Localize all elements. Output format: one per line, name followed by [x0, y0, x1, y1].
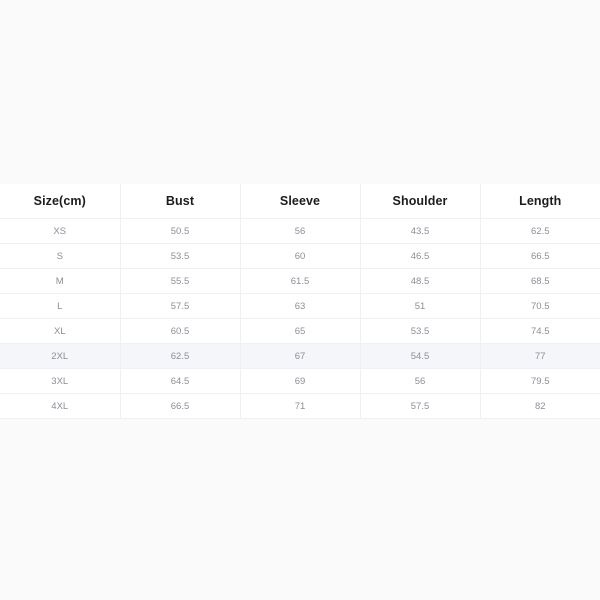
- cell-size: L: [0, 293, 121, 319]
- cell-bust: 62.5: [120, 343, 241, 369]
- cell-shoulder: 56: [360, 368, 481, 394]
- cell-shoulder: 43.5: [360, 218, 481, 244]
- cell-shoulder: 57.5: [360, 393, 481, 419]
- cell-length: 62.5: [480, 218, 600, 244]
- cell-size: XL: [0, 318, 121, 344]
- cell-bust: 50.5: [120, 218, 241, 244]
- table-row: XL 60.5 65 53.5 74.5: [0, 318, 600, 344]
- cell-length: 74.5: [480, 318, 600, 344]
- size-chart-page: Size(cm) Bust Sleeve Shoulder Length XS …: [0, 0, 600, 600]
- table-row-highlighted: 2XL 62.5 67 54.5 77: [0, 343, 600, 369]
- cell-size: S: [0, 243, 121, 269]
- cell-bust: 53.5: [120, 243, 241, 269]
- table-row: L 57.5 63 51 70.5: [0, 293, 600, 319]
- cell-sleeve: 61.5: [240, 268, 361, 294]
- column-header-shoulder: Shoulder: [360, 184, 481, 219]
- cell-bust: 60.5: [120, 318, 241, 344]
- cell-shoulder: 51: [360, 293, 481, 319]
- cell-length: 77: [480, 343, 600, 369]
- column-header-sleeve: Sleeve: [240, 184, 361, 219]
- cell-size: XS: [0, 218, 121, 244]
- table-row: XS 50.5 56 43.5 62.5: [0, 218, 600, 244]
- column-header-size: Size(cm): [0, 184, 121, 219]
- cell-bust: 66.5: [120, 393, 241, 419]
- table-row: 3XL 64.5 69 56 79.5: [0, 368, 600, 394]
- table-row: M 55.5 61.5 48.5 68.5: [0, 268, 600, 294]
- cell-size: 2XL: [0, 343, 121, 369]
- column-header-length: Length: [480, 184, 600, 219]
- cell-length: 66.5: [480, 243, 600, 269]
- cell-bust: 64.5: [120, 368, 241, 394]
- cell-length: 79.5: [480, 368, 600, 394]
- cell-shoulder: 48.5: [360, 268, 481, 294]
- cell-bust: 57.5: [120, 293, 241, 319]
- cell-shoulder: 46.5: [360, 243, 481, 269]
- cell-bust: 55.5: [120, 268, 241, 294]
- cell-length: 82: [480, 393, 600, 419]
- cell-size: 3XL: [0, 368, 121, 394]
- cell-length: 68.5: [480, 268, 600, 294]
- cell-sleeve: 65: [240, 318, 361, 344]
- size-chart-body: XS 50.5 56 43.5 62.5 S 53.5 60 46.5 66.5…: [0, 218, 600, 419]
- size-chart-header: Size(cm) Bust Sleeve Shoulder Length: [0, 184, 600, 219]
- cell-shoulder: 54.5: [360, 343, 481, 369]
- cell-sleeve: 67: [240, 343, 361, 369]
- size-chart-table: Size(cm) Bust Sleeve Shoulder Length XS …: [0, 184, 600, 419]
- cell-size: M: [0, 268, 121, 294]
- column-header-bust: Bust: [120, 184, 241, 219]
- cell-shoulder: 53.5: [360, 318, 481, 344]
- cell-sleeve: 71: [240, 393, 361, 419]
- cell-sleeve: 63: [240, 293, 361, 319]
- table-row: S 53.5 60 46.5 66.5: [0, 243, 600, 269]
- cell-length: 70.5: [480, 293, 600, 319]
- cell-size: 4XL: [0, 393, 121, 419]
- cell-sleeve: 56: [240, 218, 361, 244]
- cell-sleeve: 60: [240, 243, 361, 269]
- cell-sleeve: 69: [240, 368, 361, 394]
- table-header-row: Size(cm) Bust Sleeve Shoulder Length: [0, 184, 600, 219]
- size-chart-container: Size(cm) Bust Sleeve Shoulder Length XS …: [0, 184, 600, 419]
- table-row: 4XL 66.5 71 57.5 82: [0, 393, 600, 419]
